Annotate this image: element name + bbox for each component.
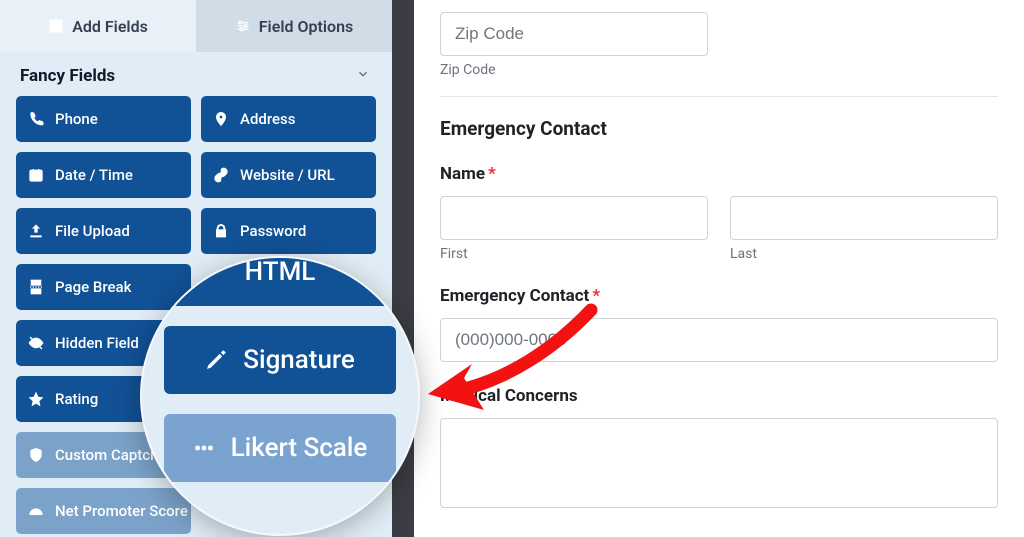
magnify-callout: HTML Signature Likert Scale: [140, 256, 420, 536]
eye-off-icon: [28, 335, 44, 351]
tab-field-options[interactable]: Field Options: [196, 0, 392, 52]
field-url[interactable]: Website / URL: [201, 152, 376, 198]
field-datetime[interactable]: Date / Time: [16, 152, 191, 198]
phone-icon: [28, 111, 44, 127]
field-label: Phone: [55, 110, 98, 128]
shield-icon: [28, 447, 44, 463]
section-divider: [440, 96, 998, 97]
field-label: Page Break: [55, 278, 131, 296]
link-icon: [213, 167, 229, 183]
field-label: Rating: [55, 390, 98, 408]
pencil-icon: [205, 349, 227, 371]
sliders-icon: [235, 18, 251, 34]
field-label: HTML: [245, 257, 316, 287]
field-html[interactable]: HTML: [164, 256, 396, 306]
section-header-fancy-fields[interactable]: Fancy Fields: [0, 52, 392, 96]
form-preview: Zip Code Emergency Contact Name* First L…: [414, 0, 1024, 537]
last-name-input[interactable]: [730, 196, 998, 240]
layout-icon: [48, 18, 64, 34]
required-asterisk: *: [592, 286, 600, 306]
star-icon: [28, 391, 44, 407]
zip-input[interactable]: [440, 12, 708, 56]
tab-label: Field Options: [259, 17, 353, 36]
field-label: Website / URL: [240, 166, 335, 184]
field-password[interactable]: Password: [201, 208, 376, 254]
field-label: Net Promoter Score: [55, 502, 188, 520]
field-label: Address: [240, 110, 296, 128]
section-emergency-title: Emergency Contact: [440, 117, 998, 140]
section-title: Fancy Fields: [20, 66, 115, 86]
required-asterisk: *: [488, 164, 496, 184]
lock-icon: [213, 223, 229, 239]
field-label: Hidden Field: [55, 334, 139, 352]
field-phone[interactable]: Phone: [16, 96, 191, 142]
field-signature[interactable]: Signature: [164, 326, 396, 394]
name-label: Name*: [440, 164, 998, 184]
field-file-upload[interactable]: File Upload: [16, 208, 191, 254]
gauge-icon: [28, 503, 44, 519]
calendar-icon: [28, 167, 44, 183]
chevron-down-icon: [356, 67, 370, 85]
field-label: Signature: [243, 345, 355, 375]
upload-icon: [28, 223, 44, 239]
medical-textarea[interactable]: [440, 418, 998, 508]
tab-label: Add Fields: [72, 17, 148, 36]
page-break-icon: [28, 279, 44, 295]
field-label: Date / Time: [55, 166, 133, 184]
zip-sublabel: Zip Code: [440, 62, 708, 78]
dots-icon: [193, 437, 215, 459]
field-label: File Upload: [55, 222, 130, 240]
tab-add-fields[interactable]: Add Fields: [0, 0, 196, 52]
emergency-phone-label: Emergency Contact*: [440, 286, 998, 306]
field-label: Likert Scale: [231, 433, 368, 463]
field-address[interactable]: Address: [201, 96, 376, 142]
pin-icon: [213, 111, 229, 127]
field-likert[interactable]: Likert Scale: [164, 414, 396, 482]
medical-label: Medical Concerns: [440, 386, 998, 406]
field-label: Password: [240, 222, 306, 240]
first-name-input[interactable]: [440, 196, 708, 240]
last-sublabel: Last: [730, 246, 998, 262]
emergency-phone-input[interactable]: [440, 318, 998, 362]
sidebar-tabs: Add Fields Field Options: [0, 0, 392, 52]
field-net-promoter[interactable]: Net Promoter Score: [16, 488, 191, 534]
first-sublabel: First: [440, 246, 708, 262]
